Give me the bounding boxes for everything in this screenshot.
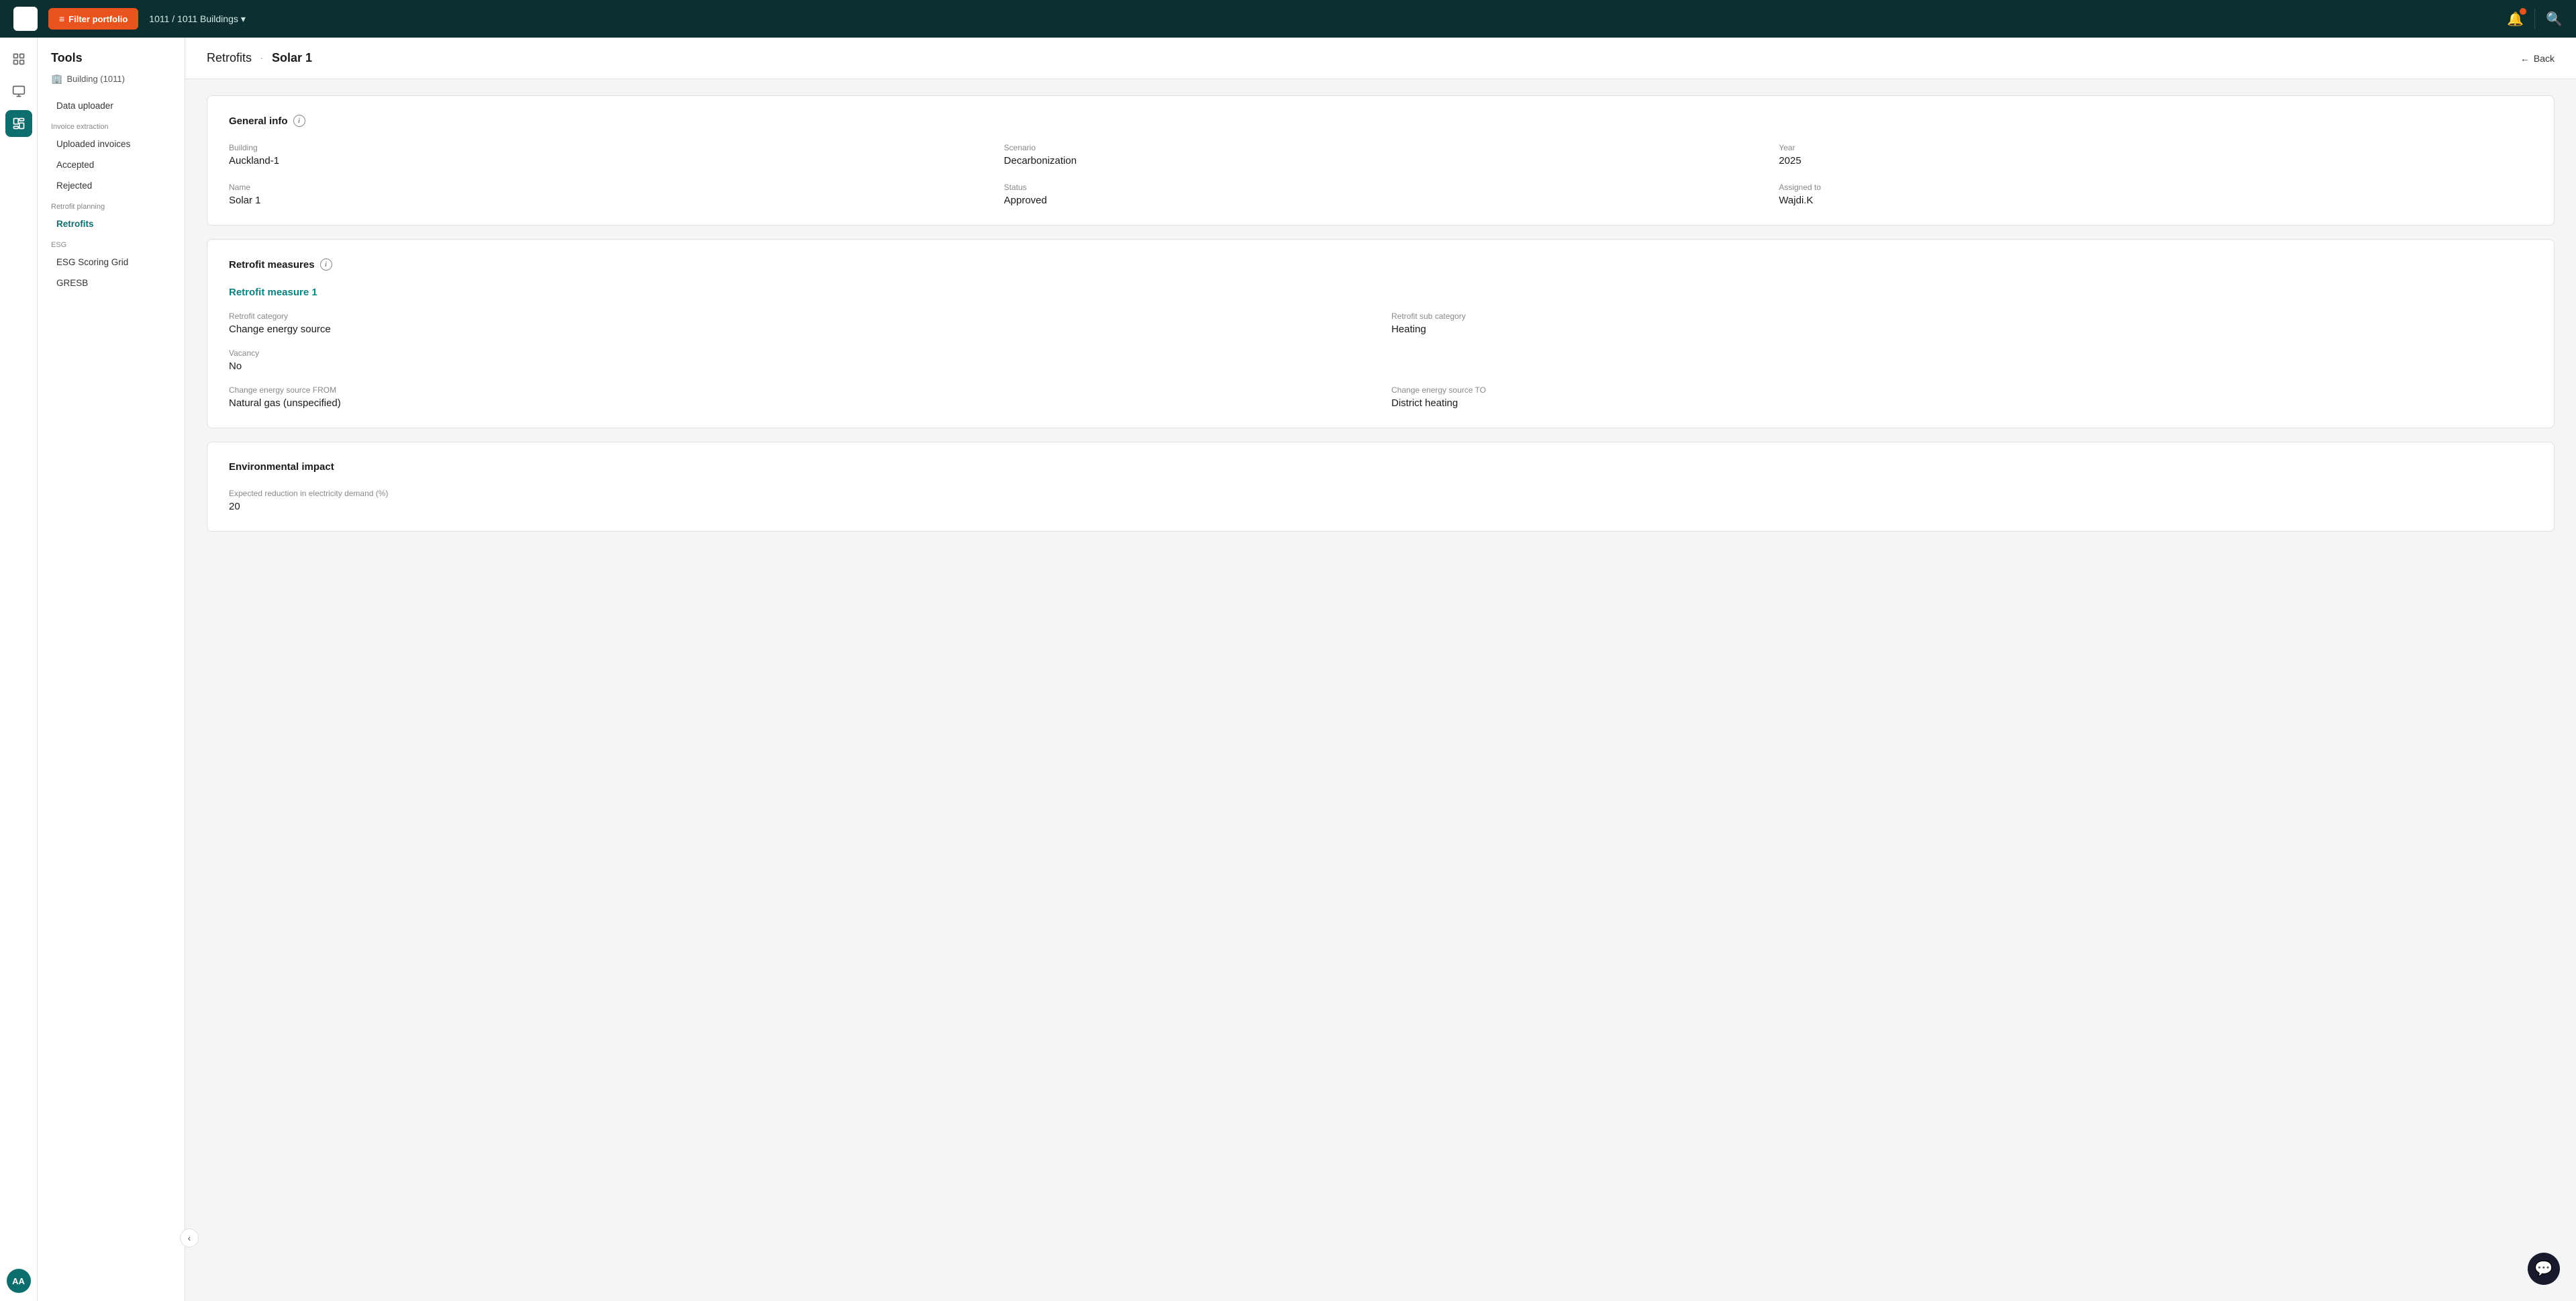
measure-1-vacancy: Vacancy No (229, 348, 2532, 372)
nav-monitor-icon[interactable] (5, 78, 32, 105)
content-body: General info i Building Auckland-1 Scena… (185, 79, 2576, 548)
environmental-impact-title: Environmental impact (229, 461, 2532, 473)
field-vacancy: Vacancy No (229, 348, 1370, 372)
breadcrumb-current: Solar 1 (272, 51, 312, 65)
sidebar-section-esg: ESG (38, 234, 185, 252)
sidebar-item-gresb[interactable]: GRESB (38, 273, 185, 293)
field-electricity-demand: Expected reduction in electricity demand… (229, 489, 2532, 512)
filter-icon: ≡ (59, 13, 64, 24)
retrofit-measures-title: Retrofit measures i (229, 258, 2532, 271)
general-info-title: General info i (229, 115, 2532, 127)
app-logo (13, 7, 38, 31)
field-retrofit-sub-category: Retrofit sub category Heating (1391, 311, 2532, 335)
breadcrumb: Retrofits · Solar 1 (207, 51, 312, 65)
filter-portfolio-button[interactable]: ≡ Filter portfolio (48, 8, 138, 30)
buildings-selector[interactable]: 1011 / 1011 Buildings ▾ (149, 13, 246, 25)
sidebar-building: 🏢 Building (1011) (38, 73, 185, 95)
sidebar-title: Tools (38, 51, 185, 73)
retrofit-measures-info-icon[interactable]: i (320, 258, 332, 271)
measure-1-fields: Retrofit category Change energy source R… (229, 311, 2532, 335)
field-scenario: Scenario Decarbonization (1004, 143, 1758, 166)
chevron-down-icon: ▾ (241, 13, 246, 25)
breadcrumb-root: Retrofits (207, 51, 252, 65)
sidebar-item-data-uploader[interactable]: Data uploader (38, 95, 185, 116)
building-icon: 🏢 (51, 73, 62, 85)
chat-icon: 💬 (2534, 1260, 2553, 1278)
nav-tools-icon[interactable] (5, 110, 32, 137)
sidebar-section-invoice: Invoice extraction (38, 116, 185, 134)
notifications-button[interactable]: 🔔 (2507, 11, 2524, 28)
sidebar-item-accepted[interactable]: Accepted (38, 154, 185, 175)
sidebar-item-esg-scoring-grid[interactable]: ESG Scoring Grid (38, 252, 185, 273)
nav-divider (2534, 9, 2535, 29)
general-info-card: General info i Building Auckland-1 Scena… (207, 95, 2555, 226)
page-header: Retrofits · Solar 1 ← Back (185, 38, 2576, 79)
field-energy-source-from: Change energy source FROM Natural gas (u… (229, 385, 1370, 409)
collapse-sidebar-button[interactable]: ‹ (180, 1228, 199, 1247)
arrow-left-icon: ← (2520, 53, 2530, 64)
field-assigned-to: Assigned to Wajdi.K (1779, 183, 2532, 206)
measure-1-energy-source: Change energy source FROM Natural gas (u… (229, 385, 2532, 409)
user-avatar[interactable]: AA (7, 1269, 31, 1293)
notification-badge (2520, 8, 2526, 15)
content-area: Retrofits · Solar 1 ← Back General info … (185, 38, 2576, 1301)
back-button[interactable]: ← Back (2520, 53, 2555, 64)
field-energy-source-to: Change energy source TO District heating (1391, 385, 2532, 409)
general-info-icon[interactable]: i (293, 115, 305, 127)
field-name: Name Solar 1 (229, 183, 983, 206)
environmental-impact-card: Environmental impact Expected reduction … (207, 442, 2555, 532)
top-navigation: ≡ Filter portfolio 1011 / 1011 Buildings… (0, 0, 2576, 38)
field-status: Status Approved (1004, 183, 1758, 206)
sidebar-item-rejected[interactable]: Rejected (38, 175, 185, 196)
sidebar-section-retrofit-planning: Retrofit planning (38, 196, 185, 213)
chat-widget-button[interactable]: 💬 (2528, 1253, 2560, 1285)
nav-grid-icon[interactable] (5, 46, 32, 73)
search-button[interactable]: 🔍 (2546, 11, 2563, 28)
field-retrofit-category: Retrofit category Change energy source (229, 311, 1370, 335)
measure-1-title: Retrofit measure 1 (229, 287, 2532, 298)
sidebar-item-uploaded-invoices[interactable]: Uploaded invoices (38, 134, 185, 154)
general-info-fields: Building Auckland-1 Scenario Decarboniza… (229, 143, 2532, 206)
sidebar: Tools 🏢 Building (1011) Data uploader In… (38, 38, 185, 1301)
field-building: Building Auckland-1 (229, 143, 983, 166)
search-icon: 🔍 (2546, 12, 2563, 27)
sidebar-item-retrofits[interactable]: Retrofits (38, 213, 185, 234)
chevron-left-icon: ‹ (188, 1233, 191, 1243)
retrofit-measures-card: Retrofit measures i Retrofit measure 1 R… (207, 239, 2555, 428)
icon-rail: AA (0, 38, 38, 1301)
field-year: Year 2025 (1779, 143, 2532, 166)
breadcrumb-separator: · (260, 51, 264, 65)
